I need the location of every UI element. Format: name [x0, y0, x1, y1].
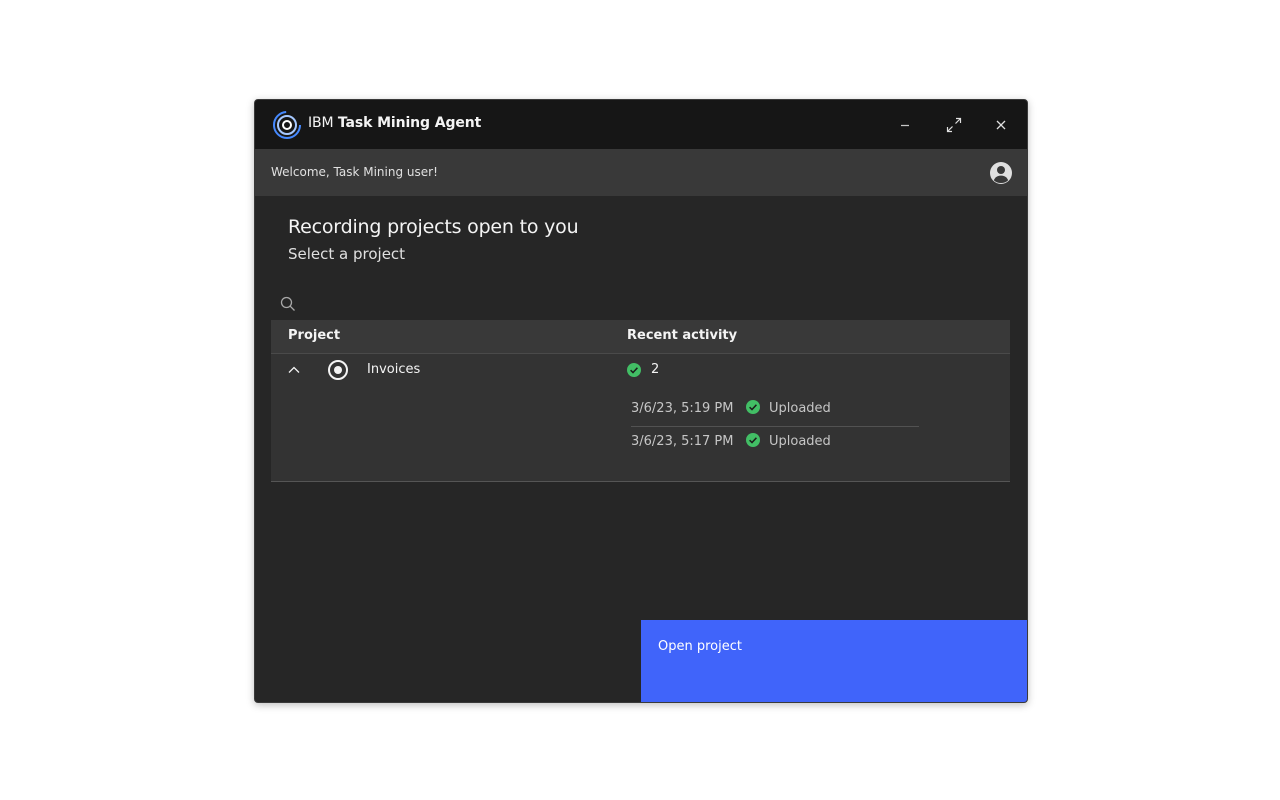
app-logo-icon — [273, 111, 301, 139]
table-row[interactable]: Invoices 2 — [271, 354, 1010, 386]
search-input[interactable] — [301, 290, 995, 320]
activity-status: Uploaded — [769, 434, 831, 449]
close-icon — [996, 120, 1006, 130]
projects-table: Project Recent activity Invoices 2 3/6/2… — [271, 320, 1010, 482]
project-radio-button[interactable] — [328, 360, 348, 380]
user-avatar-icon[interactable] — [989, 161, 1013, 185]
minimize-icon — [901, 124, 909, 127]
app-title: IBM Task Mining Agent — [308, 115, 481, 131]
welcome-text: Welcome, Task Mining user! — [271, 165, 438, 179]
app-title-name: Task Mining Agent — [337, 115, 482, 131]
open-project-button-label: Open project — [658, 639, 742, 654]
checkmark-circle-icon — [627, 363, 641, 377]
table-header: Project Recent activity — [271, 320, 1010, 354]
page-subtitle: Select a project — [288, 245, 406, 263]
activity-status: Uploaded — [769, 401, 831, 416]
open-project-button[interactable]: Open project — [641, 620, 1027, 702]
app-title-brand: IBM — [308, 115, 334, 131]
minimize-button[interactable] — [892, 112, 918, 138]
activity-item: 3/6/23, 5:19 PM Uploaded — [631, 393, 919, 427]
activity-item: 3/6/23, 5:17 PM Uploaded — [631, 426, 919, 459]
activity-count: 2 — [651, 362, 660, 377]
column-header-recent-activity: Recent activity — [627, 328, 738, 343]
maximize-icon — [946, 117, 962, 133]
radio-selected-dot — [334, 366, 342, 374]
column-header-project: Project — [288, 328, 341, 343]
maximize-button[interactable] — [941, 112, 967, 138]
activity-time: 3/6/23, 5:19 PM — [631, 401, 734, 416]
search-icon — [280, 296, 295, 311]
activity-time: 3/6/23, 5:17 PM — [631, 434, 734, 449]
chevron-up-icon[interactable] — [285, 361, 303, 379]
project-name: Invoices — [367, 362, 421, 377]
checkmark-circle-icon — [746, 400, 760, 414]
title-bar: IBM Task Mining Agent — [255, 100, 1027, 149]
page-title: Recording projects open to you — [288, 216, 579, 238]
checkmark-circle-icon — [746, 433, 760, 447]
close-button[interactable] — [988, 112, 1014, 138]
app-window: IBM Task Mining Agent Welcome, Task Mini… — [254, 99, 1028, 703]
header-bar: Welcome, Task Mining user! — [255, 149, 1027, 196]
expanded-row-details: 3/6/23, 5:19 PM Uploaded 3/6/23, 5:17 PM… — [271, 386, 1010, 482]
